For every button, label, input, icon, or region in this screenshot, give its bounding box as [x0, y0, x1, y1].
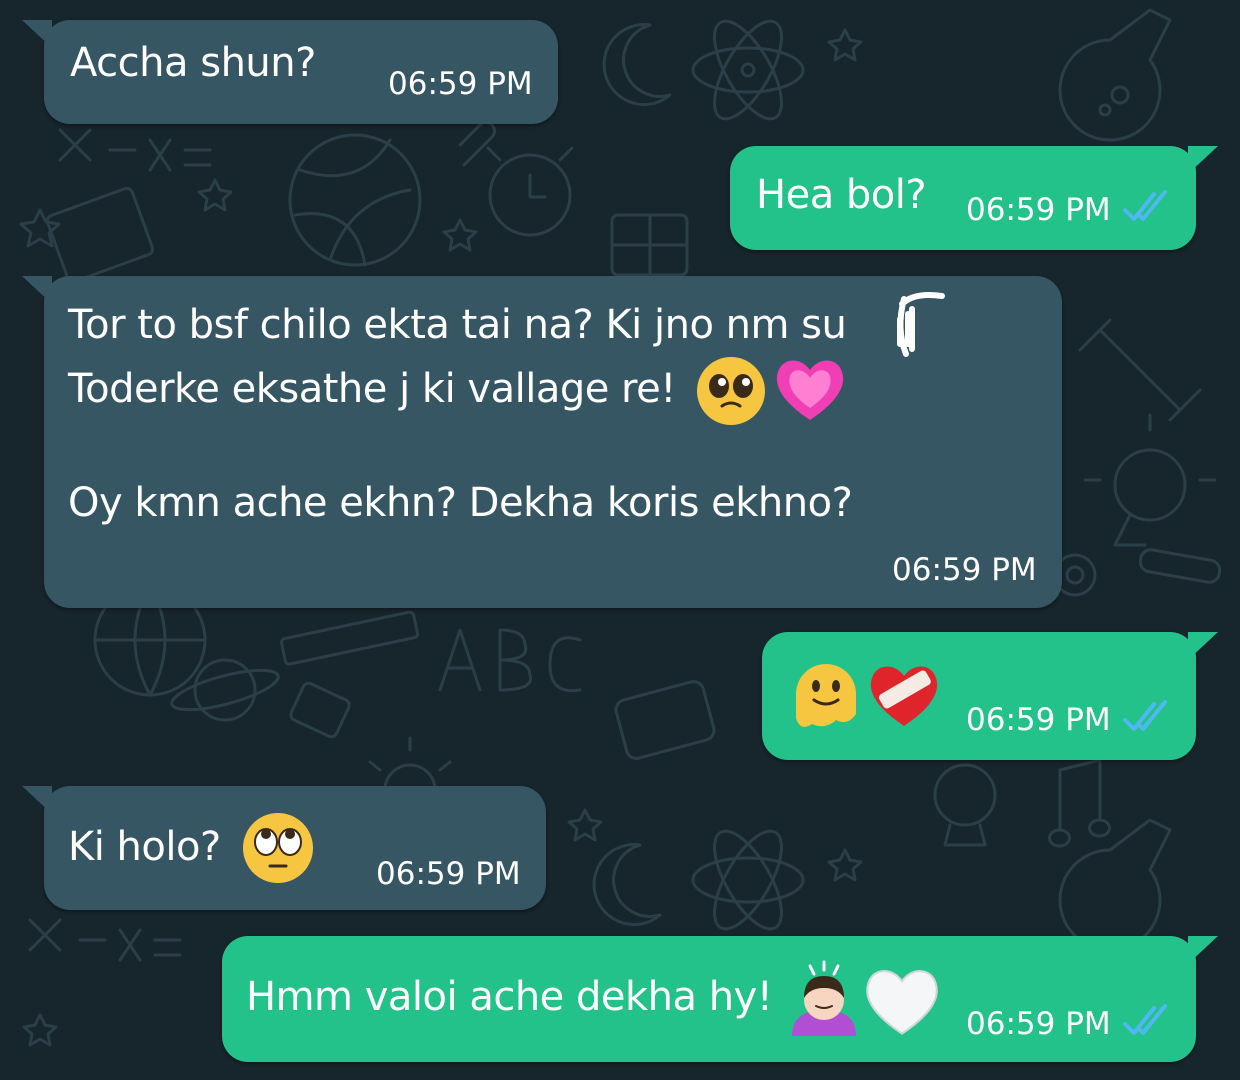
message-text-line-1: Tor to bsf chilo ekta tai na? Ki jno nm …	[68, 302, 847, 348]
message-bubble-incoming[interactable]: Accha shun? 06:59 PM	[22, 20, 558, 124]
read-double-tick-icon	[1123, 700, 1167, 731]
melting-face-emoji	[796, 664, 856, 727]
message-bubble-outgoing[interactable]: 06:59 PM	[762, 632, 1218, 760]
read-double-tick-icon	[1123, 190, 1167, 221]
white-heart-emoji	[866, 970, 938, 1035]
message-timestamp: 06:59 PM	[892, 552, 1037, 588]
message-text: Hea bol?	[756, 172, 927, 218]
message-timestamp: 06:59 PM	[966, 702, 1111, 738]
message-timestamp: 06:59 PM	[966, 1006, 1111, 1042]
message-text: Hmm valoi ache dekha hy!	[246, 974, 773, 1020]
growing-heart-emoji	[776, 360, 844, 420]
scribble-redaction	[897, 292, 945, 357]
message-timestamp: 06:59 PM	[388, 66, 533, 102]
message-timestamp: 06:59 PM	[376, 856, 521, 892]
pleading-face-emoji	[697, 357, 765, 425]
message-text: Accha shun?	[70, 40, 316, 86]
message-bubble-incoming[interactable]: Ki holo? 06:59 PM	[22, 786, 546, 910]
message-text-line-4: Oy kmn ache ekhn? Dekha koris ekhno?	[68, 480, 853, 526]
message-text: Ki holo?	[68, 824, 221, 870]
message-bubble-outgoing[interactable]: Hmm valoi ache dekha hy! 06:59 PM	[222, 936, 1218, 1062]
mending-heart-emoji	[870, 666, 938, 726]
message-text-line-2: Toderke eksathe j ki vallage re!	[68, 366, 676, 412]
rolling-eyes-emoji	[243, 813, 313, 883]
message-bubble-incoming[interactable]: Tor to bsf chilo ekta tai na? Ki jno nm …	[22, 276, 1062, 608]
read-double-tick-icon	[1123, 1004, 1167, 1035]
message-timestamp: 06:59 PM	[966, 192, 1111, 228]
message-bubble-outgoing[interactable]: Hea bol? 06:59 PM	[730, 146, 1218, 250]
person-bowing-emoji	[792, 960, 856, 1036]
